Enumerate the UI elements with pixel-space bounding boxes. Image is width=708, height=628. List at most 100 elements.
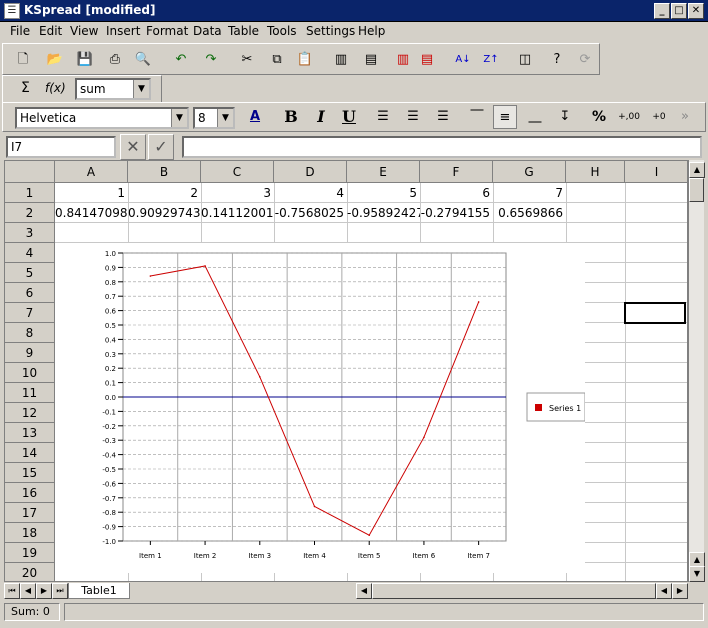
delete-row-icon[interactable]: ▤ (415, 48, 439, 72)
cell-a2[interactable]: 0.84147098 (55, 203, 128, 223)
last-sheet-icon[interactable]: ⏭ (52, 583, 68, 599)
decrease-precision-button[interactable]: +0 (647, 105, 671, 129)
vertical-scroll-thumb[interactable] (689, 178, 704, 202)
vertical-text-icon[interactable]: ↧ (553, 105, 577, 129)
first-sheet-icon[interactable]: ⏮ (4, 583, 20, 599)
row-header[interactable]: 3 (5, 223, 55, 243)
column-header-d[interactable]: D (274, 161, 347, 183)
bold-button[interactable]: B (279, 105, 303, 129)
italic-button[interactable]: I (309, 105, 333, 129)
chevron-down-icon[interactable]: ▼ (217, 109, 233, 127)
help-icon[interactable]: ? (545, 48, 569, 72)
previous-sheet-icon[interactable]: ◀ (20, 583, 36, 599)
row-header[interactable]: 4 (5, 243, 55, 263)
sort-ascending-icon[interactable]: A↓ (451, 48, 475, 72)
row-header[interactable]: 7 (5, 303, 55, 323)
align-right-icon[interactable]: ☰ (431, 105, 455, 129)
minimize-icon[interactable]: _ (654, 3, 670, 19)
redo-icon[interactable]: ↷ (199, 48, 223, 72)
align-bottom-icon[interactable]: ⎽ (523, 105, 547, 129)
cell-d1[interactable]: 4 (274, 183, 347, 203)
menu-view[interactable]: View (70, 24, 98, 38)
menu-help[interactable]: Help (358, 24, 385, 38)
row-header[interactable]: 15 (5, 463, 55, 483)
column-header-b[interactable]: B (128, 161, 201, 183)
menu-edit[interactable]: Edit (39, 24, 62, 38)
delete-column-icon[interactable]: ▥ (391, 48, 415, 72)
row-header[interactable]: 13 (5, 423, 55, 443)
row-header[interactable]: 12 (5, 403, 55, 423)
row-header[interactable]: 16 (5, 483, 55, 503)
cancel-edit-icon[interactable]: ✕ (120, 134, 146, 160)
menu-format[interactable]: Format (146, 24, 188, 38)
paste-icon[interactable]: 📋 (293, 48, 317, 72)
sheet-tab-table1[interactable]: Table1 (68, 583, 130, 599)
copy-icon[interactable]: ⧉ (265, 48, 289, 72)
scroll-up-icon[interactable]: ▲ (689, 162, 705, 178)
function-select[interactable]: sum ▼ (75, 78, 151, 100)
kspread-app-icon[interactable]: ☰ (4, 3, 20, 19)
menu-table[interactable]: Table (228, 24, 259, 38)
menu-file[interactable]: File (10, 24, 30, 38)
align-middle-icon[interactable]: ≡ (493, 105, 517, 129)
row-header[interactable]: 14 (5, 443, 55, 463)
next-sheet-icon[interactable]: ▶ (36, 583, 52, 599)
insert-function-button[interactable]: f(x) (45, 81, 66, 95)
scroll-down-icon[interactable]: ▼ (689, 566, 705, 582)
column-header-a[interactable]: A (55, 161, 128, 183)
cell-b1[interactable]: 2 (128, 183, 201, 203)
align-top-icon[interactable]: ⎺ (465, 105, 489, 129)
row-header[interactable]: 1 (5, 183, 55, 203)
autosum-button[interactable]: Σ (21, 80, 30, 96)
cell-g1[interactable]: 7 (493, 183, 566, 203)
sort-descending-icon[interactable]: Z↑ (479, 48, 503, 72)
vertical-scrollbar[interactable]: ▲ ▲ ▼ (688, 160, 705, 582)
reload-icon[interactable]: ⟳ (573, 48, 597, 72)
column-header-f[interactable]: F (420, 161, 493, 183)
percent-button[interactable]: % (587, 105, 611, 129)
row-header[interactable]: 10 (5, 363, 55, 383)
row-header[interactable]: 6 (5, 283, 55, 303)
align-left-icon[interactable]: ☰ (371, 105, 395, 129)
scroll-left-icon[interactable]: ◀ (656, 583, 672, 599)
cell-e2[interactable]: -0.95892427 (347, 203, 420, 223)
menu-tools[interactable]: Tools (267, 24, 297, 38)
font-family-select[interactable]: Helvetica ▼ (15, 107, 189, 129)
row-header[interactable]: 20 (5, 563, 55, 581)
row-header[interactable]: 2 (5, 203, 55, 223)
print-preview-icon[interactable]: 🔍 (131, 48, 155, 72)
cell-c1[interactable]: 3 (201, 183, 274, 203)
menu-insert[interactable]: Insert (106, 24, 140, 38)
scroll-right-icon[interactable]: ▶ (672, 583, 688, 599)
chevron-down-icon[interactable]: ▼ (133, 80, 149, 98)
menu-settings[interactable]: Settings (306, 24, 355, 38)
formula-input[interactable] (182, 136, 702, 158)
row-header[interactable]: 18 (5, 523, 55, 543)
horizontal-scroll-thumb[interactable] (372, 583, 656, 599)
cell-e1[interactable]: 5 (347, 183, 420, 203)
align-center-icon[interactable]: ☰ (401, 105, 425, 129)
cell-b2[interactable]: 0.90929743 (128, 203, 201, 223)
menu-data[interactable]: Data (193, 24, 222, 38)
print-icon[interactable]: ⎙ (103, 48, 127, 72)
row-header[interactable]: 11 (5, 383, 55, 403)
cell-reference-input[interactable]: I7 (6, 136, 116, 158)
undo-icon[interactable]: ↶ (169, 48, 193, 72)
row-header[interactable]: 8 (5, 323, 55, 343)
row-header[interactable]: 9 (5, 343, 55, 363)
row-header[interactable]: 17 (5, 503, 55, 523)
cut-icon[interactable]: ✂ (235, 48, 259, 72)
spreadsheet-grid[interactable]: A B C D E F G H I 1 2 3 4 5 6 7 8 9 10 1… (4, 160, 688, 582)
close-icon[interactable]: ✕ (688, 3, 704, 19)
more-tools-icon[interactable]: » (673, 105, 697, 129)
line-chart[interactable]: 1.0 0.9 0.8 0.7 0.6 0.5 0.4 0.3 0.2 0.1 0.0 -0.1 -0.… (55, 243, 585, 573)
save-icon[interactable]: 💾 (73, 48, 97, 72)
scroll-left-icon[interactable]: ◀ (356, 583, 372, 599)
cell-f1[interactable]: 6 (420, 183, 493, 203)
increase-precision-button[interactable]: +,00 (615, 105, 643, 129)
open-folder-icon[interactable]: 📂 (43, 48, 67, 72)
column-header-i[interactable]: I (625, 161, 687, 183)
active-cell-cursor[interactable] (624, 302, 686, 324)
cell-a1[interactable]: 1 (55, 183, 128, 203)
chevron-down-icon[interactable]: ▼ (171, 109, 187, 127)
